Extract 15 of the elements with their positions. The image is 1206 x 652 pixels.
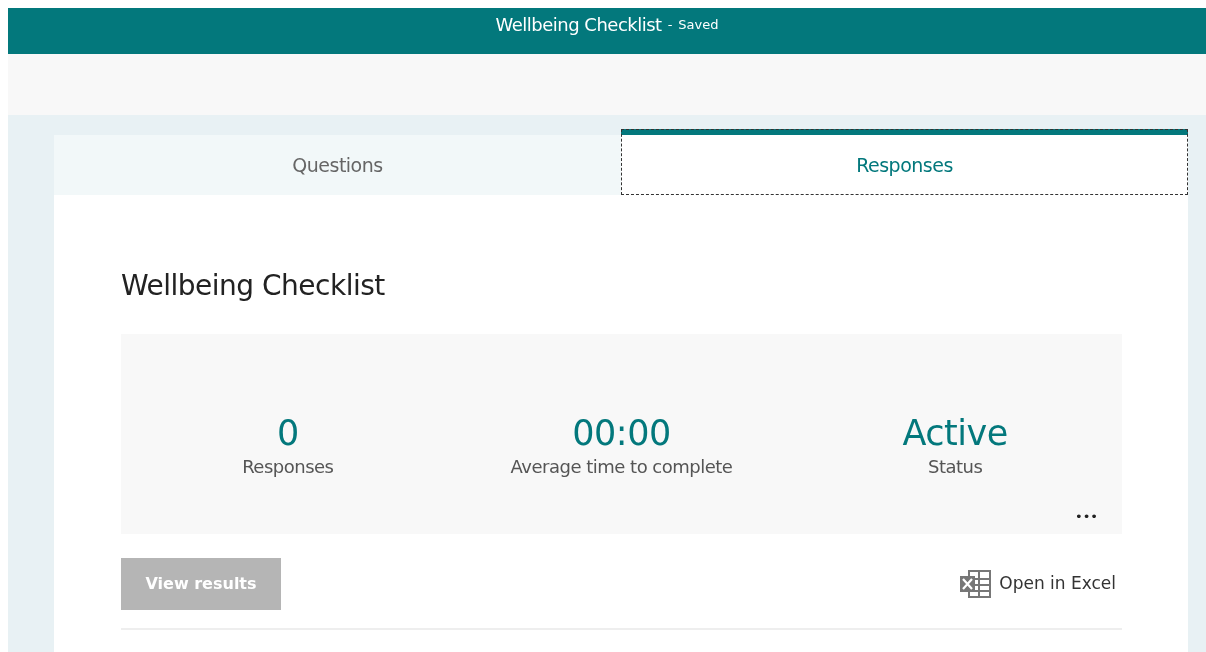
stat-value: 0: [275, 414, 300, 453]
tab[interactable]: Questions: [54, 135, 621, 195]
spreadsheet-icon: [959, 570, 992, 598]
save-status: Saved: [678, 16, 719, 34]
form-heading: Wellbeing Checklist: [121, 268, 386, 304]
form-title: Wellbeing Checklist: [495, 13, 662, 37]
stat-label: Average time to complete: [509, 454, 734, 479]
stat-value: Active: [901, 414, 1009, 453]
tab[interactable]: Responses: [621, 129, 1188, 195]
separator: -: [667, 16, 673, 34]
stat-value: 00:00: [571, 414, 672, 453]
stat-label: Status: [927, 454, 984, 479]
more-button[interactable]: •••: [1075, 506, 1098, 526]
open-in-excel-button[interactable]: Open in Excel: [959, 570, 1122, 598]
stat-label: Responses: [241, 454, 335, 479]
